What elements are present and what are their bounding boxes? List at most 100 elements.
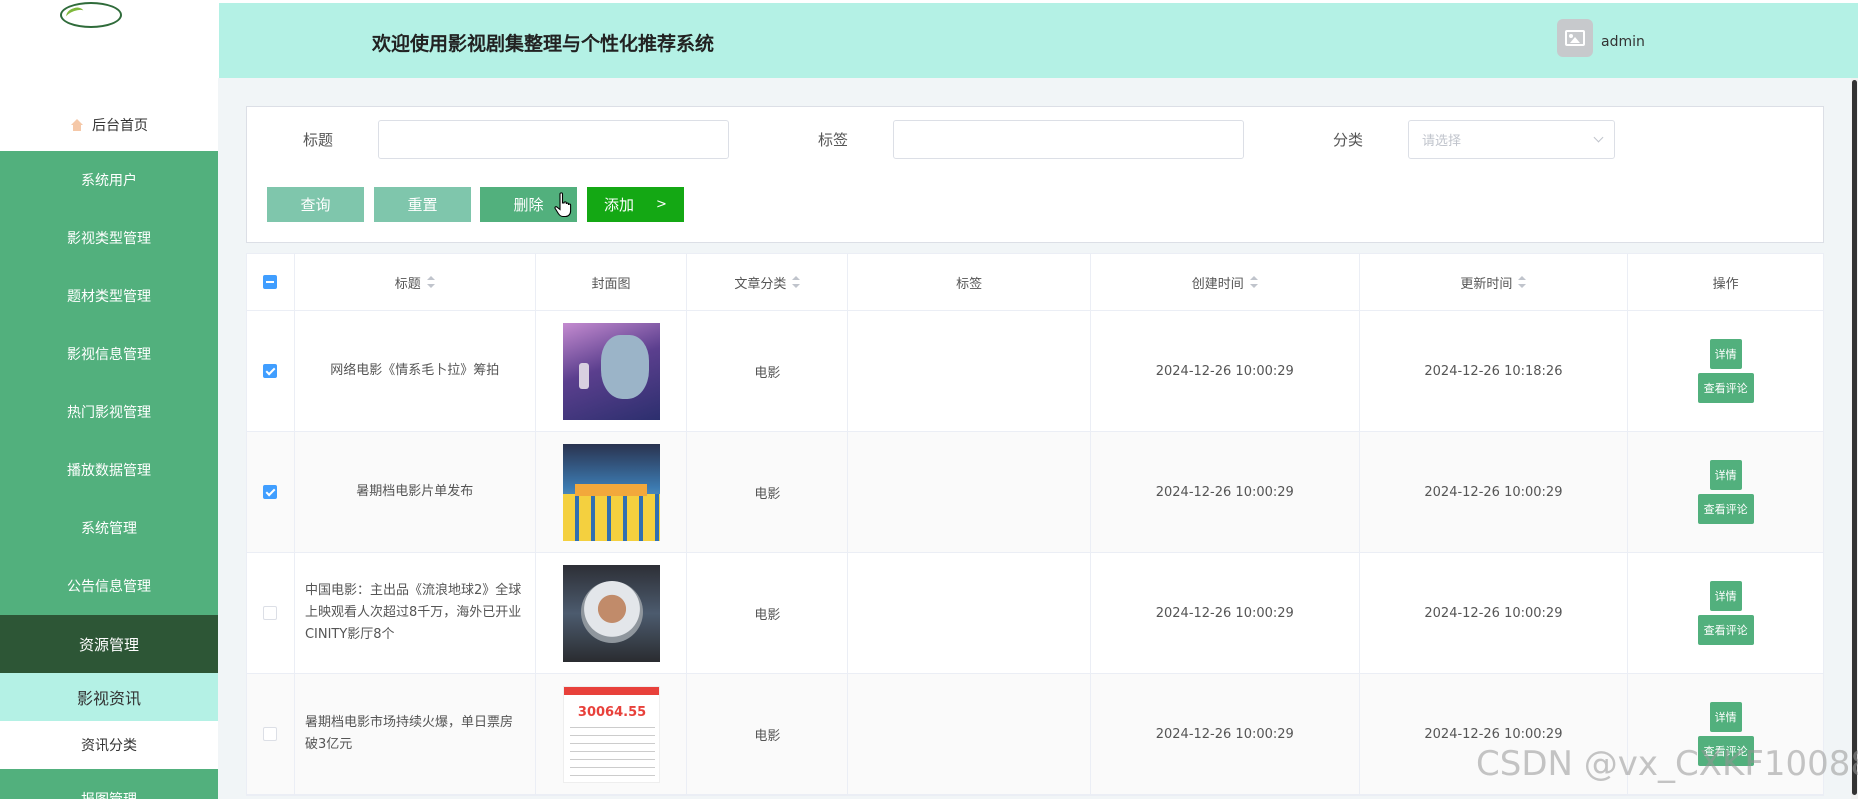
sidebar-item-film-types[interactable]: 影视类型管理 <box>0 209 218 267</box>
app-window: { "header": { "title": "欢迎使用影视剧集整理与个性化推荐… <box>0 0 1858 799</box>
sidebar-subitem-news-category[interactable]: 资讯分类 <box>0 721 218 769</box>
add-button-label: 添加 <box>604 196 635 214</box>
sidebar-menu: 系统用户 影视类型管理 题材类型管理 影视信息管理 热门影视管理 播放数据管理 … <box>0 151 218 799</box>
reset-button[interactable]: 重置 <box>374 187 471 222</box>
tag-filter-input[interactable] <box>893 120 1244 159</box>
sort-icon <box>426 276 435 288</box>
row-updated: 2024-12-26 10:00:29 <box>1360 432 1629 552</box>
row-title: 中国电影：主出品《流浪地球2》全球上映观看人次超过8千万，海外已开业CINITY… <box>295 553 536 673</box>
sidebar: 后台首页 系统用户 影视类型管理 题材类型管理 影视信息管理 热门影视管理 播放… <box>0 0 218 799</box>
col-actions: 操作 <box>1628 254 1823 310</box>
col-created[interactable]: 创建时间 <box>1091 254 1360 310</box>
table-header: 标题 封面图 文章分类 标签 创建时间 更新时间 操作 <box>247 254 1823 311</box>
vertical-scrollbar[interactable] <box>1851 78 1858 799</box>
sidebar-item-notices[interactable]: 公告信息管理 <box>0 557 218 615</box>
row-cover-cell: 30064.55 <box>536 674 688 794</box>
row-cover-cell <box>536 432 688 552</box>
row-category: 电影 <box>687 432 849 552</box>
row-cover-cell <box>536 311 688 431</box>
cover-image[interactable] <box>562 564 660 662</box>
row-select-cell <box>247 311 295 431</box>
sort-icon <box>792 276 801 288</box>
logo <box>60 2 122 28</box>
view-comments-button[interactable]: 查看评论 <box>1697 373 1754 403</box>
table-row: 中国电影：主出品《流浪地球2》全球上映观看人次超过8千万，海外已开业CINITY… <box>247 553 1823 674</box>
row-category: 电影 <box>687 553 849 673</box>
row-select-cell <box>247 432 295 552</box>
hand-cursor-icon <box>554 192 572 218</box>
col-category-label: 文章分类 <box>734 276 787 292</box>
col-updated-label: 更新时间 <box>1460 276 1513 292</box>
avatar[interactable] <box>1557 19 1593 57</box>
row-title: 暑期档电影市场持续火爆，单日票房破3亿元 <box>295 674 536 794</box>
row-category: 电影 <box>687 311 849 431</box>
col-title[interactable]: 标题 <box>295 254 536 310</box>
row-select-cell <box>247 674 295 794</box>
chevron-down-icon <box>1593 132 1604 143</box>
sidebar-item-users[interactable]: 系统用户 <box>0 151 218 209</box>
home-icon <box>70 118 84 132</box>
select-all-checkbox[interactable] <box>263 275 278 289</box>
row-created: 2024-12-26 10:00:29 <box>1091 674 1360 794</box>
detail-button[interactable]: 详情 <box>1709 460 1742 490</box>
row-updated: 2024-12-26 10:00:29 <box>1360 553 1629 673</box>
row-checkbox[interactable] <box>263 606 278 620</box>
col-tag: 标签 <box>848 254 1091 310</box>
row-created: 2024-12-26 10:00:29 <box>1091 432 1360 552</box>
row-category: 电影 <box>687 674 849 794</box>
category-placeholder: 请选择 <box>1422 134 1462 149</box>
username[interactable]: admin <box>1601 34 1645 50</box>
col-created-label: 创建时间 <box>1191 276 1244 292</box>
row-checkbox[interactable] <box>263 727 278 741</box>
row-tag <box>848 432 1091 552</box>
sidebar-item-system[interactable]: 系统管理 <box>0 499 218 557</box>
watermark: CSDN @vx_CXKF10088 <box>1476 744 1858 784</box>
sidebar-subitem-film-news[interactable]: 影视资讯 <box>0 673 218 721</box>
row-checkbox[interactable] <box>263 364 278 378</box>
chevron-right-icon: > <box>656 197 667 212</box>
table-row: 暑期档电影片单发布 电影 2024-12-26 10:00:29 2024-12… <box>247 432 1823 553</box>
sidebar-item-tail[interactable]: 报图管理 <box>0 769 218 799</box>
row-actions: 详情 查看评论 <box>1628 311 1823 431</box>
row-actions: 详情 查看评论 <box>1628 432 1823 552</box>
cover-number: 30064.55 <box>577 704 647 720</box>
col-tag-label: 标签 <box>956 276 983 292</box>
detail-button[interactable]: 详情 <box>1709 581 1742 611</box>
row-tag <box>848 674 1091 794</box>
row-actions: 详情 查看评论 <box>1628 553 1823 673</box>
sidebar-item-play-data[interactable]: 播放数据管理 <box>0 441 218 499</box>
row-title: 暑期档电影片单发布 <box>295 432 536 552</box>
main-content: 标题 标签 分类 请选择 查询 重置 删除 添加 > 标题 封面图 文章分类 标… <box>218 78 1858 799</box>
sidebar-item-resources[interactable]: 资源管理 <box>0 615 218 673</box>
query-button[interactable]: 查询 <box>267 187 364 222</box>
select-all-cell <box>247 254 295 310</box>
detail-button[interactable]: 详情 <box>1709 339 1742 369</box>
col-cover-label: 封面图 <box>591 276 631 292</box>
sidebar-item-genre-types[interactable]: 题材类型管理 <box>0 267 218 325</box>
row-checkbox[interactable] <box>263 485 278 499</box>
view-comments-button[interactable]: 查看评论 <box>1697 494 1754 524</box>
home-link[interactable]: 后台首页 <box>0 112 218 138</box>
sort-icon <box>1518 276 1527 288</box>
view-comments-button[interactable]: 查看评论 <box>1697 615 1754 645</box>
sidebar-item-hot-films[interactable]: 热门影视管理 <box>0 383 218 441</box>
col-updated[interactable]: 更新时间 <box>1360 254 1629 310</box>
detail-button[interactable]: 详情 <box>1709 702 1742 732</box>
add-button[interactable]: 添加 > <box>587 187 684 222</box>
news-table: 标题 封面图 文章分类 标签 创建时间 更新时间 操作 网络电影《情系毛卜拉》筹… <box>246 253 1824 796</box>
category-select[interactable]: 请选择 <box>1408 120 1615 159</box>
site-title: 欢迎使用影视剧集整理与个性化推荐系统 <box>372 33 715 55</box>
search-panel: 标题 标签 分类 请选择 查询 重置 删除 添加 > <box>246 106 1824 243</box>
home-label: 后台首页 <box>92 118 148 134</box>
title-filter-label: 标题 <box>303 131 334 149</box>
cover-image[interactable] <box>562 322 660 420</box>
col-category[interactable]: 文章分类 <box>687 254 849 310</box>
cover-image[interactable]: 30064.55 <box>562 685 660 783</box>
category-filter-label: 分类 <box>1333 131 1364 149</box>
cover-image[interactable] <box>562 443 660 541</box>
row-created: 2024-12-26 10:00:29 <box>1091 311 1360 431</box>
title-filter-input[interactable] <box>378 120 729 159</box>
sidebar-item-film-info[interactable]: 影视信息管理 <box>0 325 218 383</box>
row-cover-cell <box>536 553 688 673</box>
sort-icon <box>1249 276 1258 288</box>
